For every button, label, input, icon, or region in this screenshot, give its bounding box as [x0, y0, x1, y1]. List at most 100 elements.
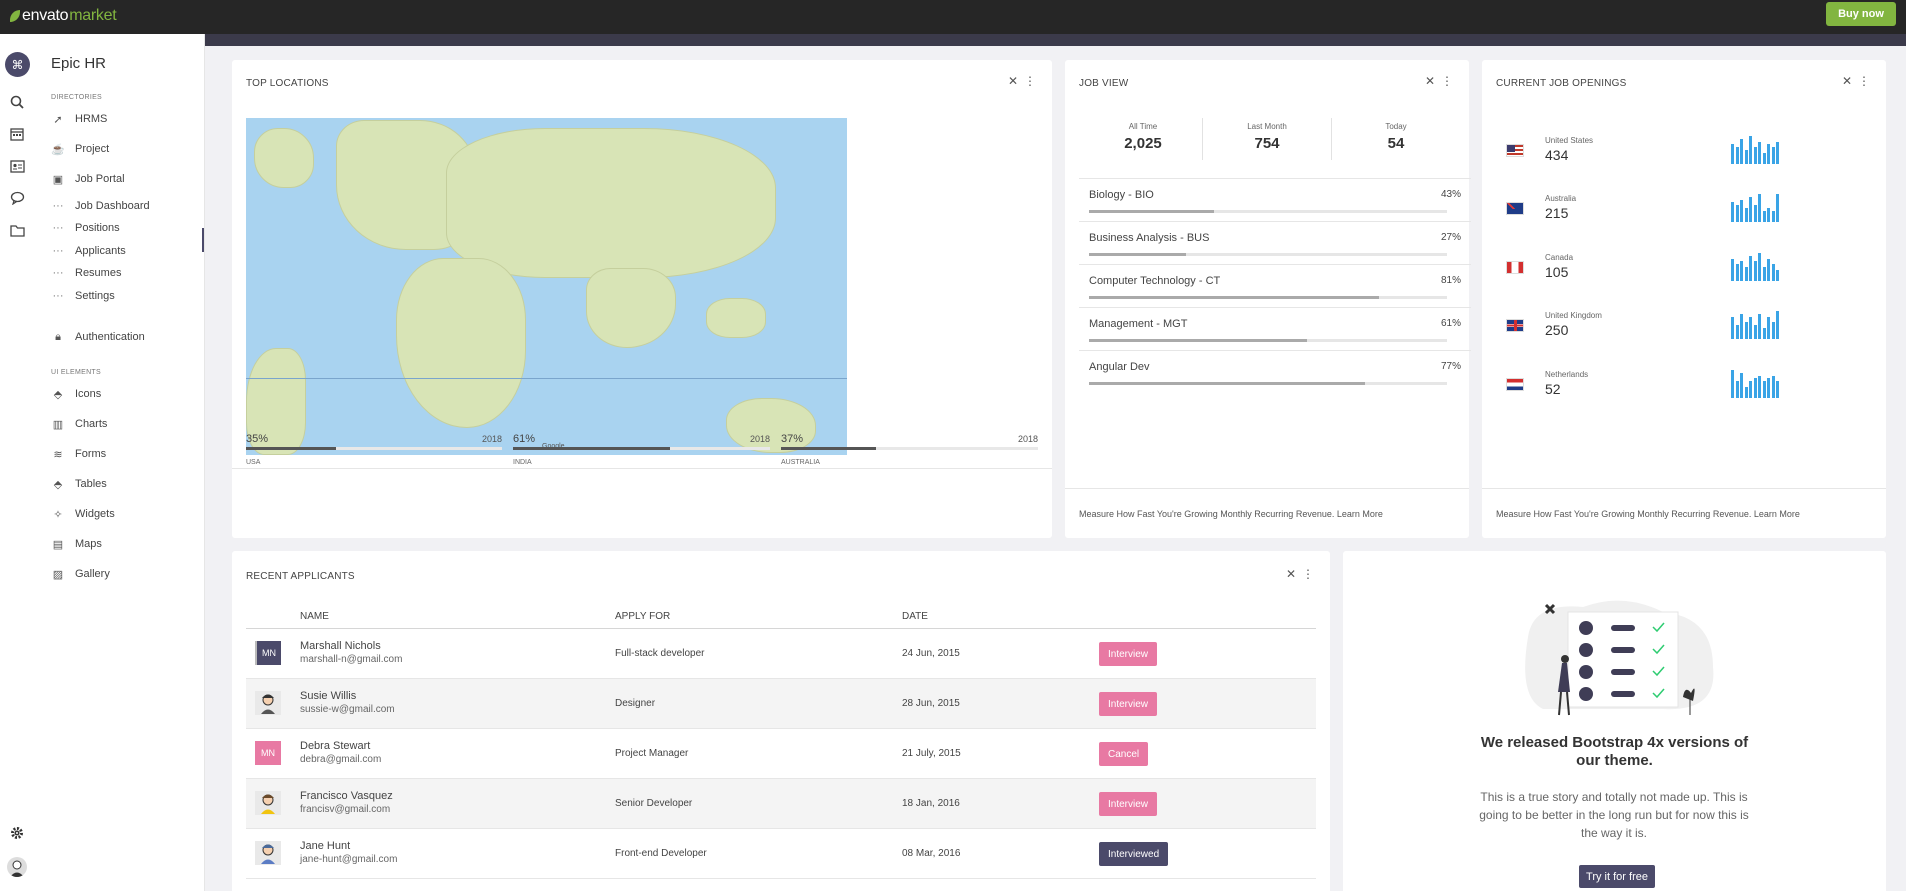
job-view-row[interactable]: Business Analysis - BUS 27% [1079, 221, 1471, 264]
sidebar-item-project[interactable]: ☕ Project [51, 141, 109, 157]
close-icon[interactable]: ✕ [1286, 567, 1296, 581]
country-name: United States [1545, 136, 1594, 145]
stat-year: 2018 [749, 434, 770, 444]
sidebar-item-icons[interactable]: ⬘ Icons [51, 386, 102, 402]
sparkline-bar [1744, 208, 1748, 222]
sidebar-item-maps[interactable]: ▤ Maps [51, 536, 102, 552]
table-row[interactable]: Susie Willis sussie-w@gmail.com Designer… [246, 679, 1316, 729]
more-vertical-icon[interactable]: ⋮ [1441, 74, 1453, 88]
user-avatar[interactable] [7, 857, 27, 877]
sidebar-item-hrms[interactable]: ➚ HRMS [51, 111, 107, 127]
stat-percent: 61% [513, 433, 536, 445]
job-progress-fill [1089, 296, 1379, 299]
job-view-row[interactable]: Management - MGT 61% [1079, 307, 1471, 350]
status-badge[interactable]: Interview [1099, 692, 1158, 716]
table-row[interactable]: Francisco Vasquez francisv@gmail.com Sen… [246, 779, 1316, 829]
gear-icon[interactable] [9, 825, 25, 841]
applicant-name[interactable]: Debra Stewart [300, 740, 370, 752]
close-icon[interactable]: ✕ [1842, 74, 1852, 88]
sidebar-brand[interactable]: Epic HR [51, 55, 106, 72]
sparkline-bar [1744, 150, 1748, 164]
sidebar-item-job-dashboard[interactable]: ··· Job Dashboard [51, 198, 150, 214]
sidebar-item-forms[interactable]: ≋ Forms [51, 446, 106, 462]
footer-link[interactable]: Measure How Fast You're Growing Monthly … [1496, 509, 1800, 519]
status-badge[interactable]: Interview [1099, 642, 1158, 666]
opening-row-canada[interactable]: Canada 105 [1496, 253, 1796, 293]
job-progress [1089, 382, 1447, 385]
sparkline-bar [1767, 317, 1770, 339]
stat-label: All Time [1128, 122, 1158, 131]
job-view-today: Today 54 [1332, 122, 1460, 152]
sidebar-item-tables[interactable]: ⬘ Tables [51, 476, 107, 492]
folder-icon[interactable] [9, 222, 25, 238]
sparkline-bar [1731, 317, 1734, 339]
table-row[interactable]: Jane Hunt jane-hunt@gmail.com Front-end … [246, 829, 1316, 879]
job-view-row[interactable]: Angular Dev 77% [1079, 350, 1471, 393]
calendar-icon[interactable] [9, 126, 25, 142]
buy-now-button[interactable]: Buy now [1826, 2, 1896, 26]
status-badge[interactable]: Cancel [1099, 742, 1149, 766]
close-icon[interactable]: ✕ [1008, 74, 1018, 88]
table-row[interactable]: MN Marshall Nichols marshall-n@gmail.com… [246, 629, 1316, 679]
netherlands-flag-icon [1506, 378, 1524, 391]
id-card-icon[interactable] [9, 158, 25, 174]
column-header-name[interactable]: NAME [300, 611, 329, 622]
job-view-row[interactable]: Biology - BIO 43% [1079, 178, 1471, 221]
opening-row-australia[interactable]: Australia 215 [1496, 194, 1796, 234]
apply-for: Designer [615, 698, 656, 709]
dots-icon: ··· [52, 245, 64, 257]
envato-logo[interactable]: envato market [10, 7, 117, 25]
sidebar-item-label: Maps [75, 538, 102, 550]
opening-row-netherlands[interactable]: Netherlands 52 [1496, 370, 1796, 410]
status-badge[interactable]: Interview [1099, 792, 1158, 816]
applicant-name[interactable]: Francisco Vasquez [300, 790, 393, 802]
sparkline-bar [1749, 317, 1752, 339]
job-percent: 81% [1440, 275, 1461, 286]
stat-progress-fill [246, 447, 336, 450]
sidebar-item-gallery[interactable]: ▨ Gallery [51, 566, 110, 582]
more-vertical-icon[interactable]: ⋮ [1858, 74, 1870, 88]
sidebar-item-settings[interactable]: ··· Settings [51, 288, 115, 304]
sidebar-item-positions[interactable]: ··· Positions [51, 220, 120, 236]
close-icon[interactable]: ✕ [1425, 74, 1435, 88]
opening-count: 52 [1545, 381, 1561, 397]
try-free-button[interactable]: Try it for free [1579, 865, 1655, 888]
more-vertical-icon[interactable]: ⋮ [1302, 567, 1314, 581]
chat-icon[interactable] [9, 190, 25, 206]
avatar: MN [255, 741, 281, 765]
status-badge[interactable]: Interviewed [1099, 842, 1169, 866]
job-name: Angular Dev [1089, 361, 1150, 373]
opening-row-uk[interactable]: United Kingdom 250 [1496, 311, 1796, 351]
job-openings-card: CURRENT JOB OPENINGS ✕ ⋮ United States 4… [1482, 60, 1886, 538]
opening-row-us[interactable]: United States 434 [1496, 136, 1796, 176]
sparkline-bar [1767, 259, 1770, 281]
column-header-date[interactable]: DATE [902, 611, 928, 622]
column-header-apply-for[interactable]: APPLY FOR [615, 611, 670, 622]
search-icon[interactable] [9, 94, 25, 110]
sidebar-item-resumes[interactable]: ··· Resumes [51, 265, 122, 281]
applicant-email: debra@gmail.com [300, 754, 382, 765]
stat-label: AUSTRALIA [781, 459, 820, 466]
world-map[interactable]: Google [246, 118, 847, 455]
stat-year: 2018 [481, 434, 502, 444]
applicant-name[interactable]: Susie Willis [300, 690, 356, 702]
command-icon[interactable]: ⌘ [5, 52, 30, 77]
sparkline-bar [1758, 314, 1761, 339]
sidebar-item-authentication[interactable]: 🔒︎ Authentication [51, 329, 145, 345]
sidebar-item-widgets[interactable]: ✧ Widgets [51, 506, 114, 522]
sidebar-item-applicants[interactable]: ··· Applicants [51, 243, 126, 259]
sparkline-bar [1762, 328, 1766, 339]
more-vertical-icon[interactable]: ⋮ [1024, 74, 1036, 88]
apply-for: Full-stack developer [615, 648, 705, 659]
sidebar-item-job-portal[interactable]: ▣ Job Portal [51, 171, 125, 187]
applicant-name[interactable]: Jane Hunt [300, 840, 350, 852]
map-land [396, 258, 526, 428]
footer-link[interactable]: Measure How Fast You're Growing Monthly … [1079, 509, 1383, 519]
applicant-name[interactable]: Marshall Nichols [300, 640, 381, 652]
job-view-row[interactable]: Computer Technology - CT 81% [1079, 264, 1471, 307]
promo-illustration [1525, 600, 1714, 716]
sparkline-bar [1753, 205, 1757, 222]
sidebar-item-charts[interactable]: ▥ Charts [51, 416, 108, 432]
sparkline-bar [1731, 202, 1734, 222]
table-row[interactable]: MN Debra Stewart debra@gmail.com Project… [246, 729, 1316, 779]
